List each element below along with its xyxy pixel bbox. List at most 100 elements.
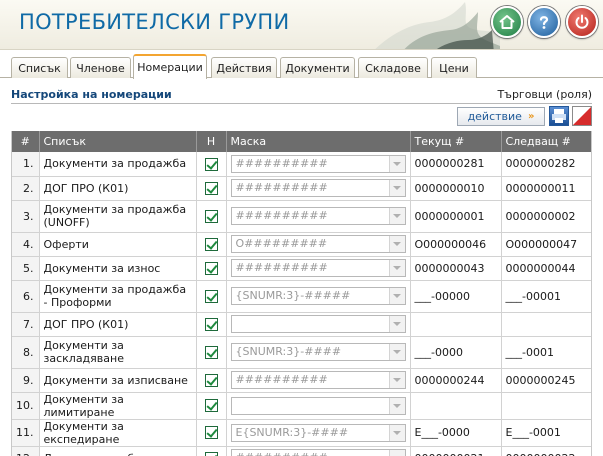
table-row[interactable]: 4. Оферти O######### O000000046 O000000047 <box>12 232 591 257</box>
mask-cell: ########## <box>226 256 411 281</box>
enabled-checkbox[interactable] <box>204 345 218 359</box>
mask-select[interactable]: ########## <box>230 259 406 277</box>
table-row[interactable]: 10. Документи за лимитиране <box>12 392 591 420</box>
column-header: Н <box>196 131 227 152</box>
mask-select[interactable]: ########## <box>230 154 406 173</box>
tab-list[interactable]: Списък <box>11 57 68 78</box>
numbering-table: # Списък Н Маска Текущ # Следващ # 1. Док… <box>11 131 592 456</box>
tab-members[interactable]: Членове <box>70 57 131 78</box>
chevron-down-icon[interactable] <box>388 155 405 172</box>
enabled-checkbox[interactable] <box>204 451 218 456</box>
chevron-down-icon[interactable] <box>388 208 405 224</box>
chevron-down-icon[interactable] <box>388 424 405 441</box>
table-row[interactable]: 9. Документи за изписване ########## 000000… <box>12 368 591 393</box>
enabled-checkbox[interactable] <box>204 399 218 413</box>
mask-value: E{SNUMR:3}-#### <box>235 425 349 439</box>
next-number: 0000000044 <box>501 256 591 281</box>
tab-actions[interactable]: Действия <box>211 57 277 78</box>
enabled-checkbox[interactable] <box>204 157 218 171</box>
mask-cell: ########## <box>226 200 411 233</box>
current-number: ___-00000 <box>410 280 502 313</box>
column-header: Маска <box>226 131 411 152</box>
enabled-checkbox[interactable] <box>204 373 218 387</box>
row-number: 7. <box>12 312 40 337</box>
enabled-checkbox[interactable] <box>204 261 218 275</box>
chevron-down-icon[interactable] <box>388 260 405 276</box>
enabled-checkbox[interactable] <box>204 426 218 440</box>
chevron-down-icon[interactable] <box>388 316 405 332</box>
mask-select[interactable]: O######### <box>230 235 406 253</box>
mask-select[interactable]: {SNUMR:3}-#### <box>230 343 406 361</box>
chevron-down-icon[interactable] <box>388 397 405 414</box>
bird-logo-icon <box>375 2 500 49</box>
mask-select[interactable]: {SNUMR:3}-##### <box>230 287 406 305</box>
tab-numbering[interactable]: Номерации <box>133 54 207 79</box>
mask-select[interactable]: ########## <box>230 449 406 456</box>
mask-select[interactable]: E{SNUMR:3}-#### <box>230 423 406 442</box>
column-header: Списък <box>39 131 197 152</box>
list-name: Документи за износ <box>39 256 197 281</box>
table-row[interactable]: 2. ДОГ ПРО (К01) ########## 0000000010 00000… <box>12 176 591 201</box>
row-number: 10. <box>12 392 40 420</box>
action-button[interactable]: действие » <box>457 107 545 126</box>
chevron-down-icon[interactable] <box>388 288 405 304</box>
row-number: 12. <box>12 446 40 456</box>
table-row[interactable]: 12.Документи за брак ########## 0000000021… <box>12 446 591 456</box>
home-button[interactable] <box>491 6 523 38</box>
enabled-checkbox[interactable] <box>204 317 218 331</box>
mask-cell: ########## <box>226 176 411 201</box>
enabled-checkbox[interactable] <box>204 237 218 251</box>
mask-cell: ########## <box>226 446 411 456</box>
power-icon <box>575 14 589 29</box>
table-row[interactable]: 7. ДОГ ПРО (К01) <box>12 312 591 337</box>
table-row[interactable]: 11. Документи за експедиране E{SNUMR:3}-##… <box>12 419 591 447</box>
mask-cell: {SNUMR:3}-#### <box>226 336 411 369</box>
help-button[interactable] <box>528 6 560 38</box>
list-name: Оферти <box>39 232 197 257</box>
table-row[interactable]: 6. Документи за продажба - Проформи {SNUMR… <box>12 280 591 313</box>
next-number: O000000047 <box>501 232 591 257</box>
table-row[interactable]: 5. Документи за износ ########## 0000000043… <box>12 256 591 281</box>
chevron-down-icon[interactable] <box>388 236 405 252</box>
current-number: O000000046 <box>410 232 502 257</box>
mask-cell: O######### <box>226 232 411 257</box>
print-button[interactable] <box>549 106 569 126</box>
row-number: 8. <box>12 336 40 369</box>
next-number <box>501 312 591 337</box>
row-number: 9. <box>12 368 40 393</box>
mask-value: O######### <box>235 237 328 250</box>
role-label: Търговци (роля) <box>497 88 592 101</box>
mask-select[interactable]: ########## <box>230 371 406 389</box>
power-button[interactable] <box>566 6 598 38</box>
enabled-checkbox[interactable] <box>204 289 218 303</box>
column-header: Текущ # <box>410 131 502 152</box>
mask-select[interactable] <box>230 396 406 415</box>
list-name: ДОГ ПРО (К01) <box>39 176 197 201</box>
chevron-down-icon[interactable] <box>388 344 405 360</box>
clear-button[interactable] <box>572 106 592 126</box>
table-row[interactable]: 8. Документи за заскладяване {SNUMR:3}-###… <box>12 336 591 369</box>
list-name: Документи за експедиране <box>39 419 197 447</box>
numbering-checkbox-cell <box>196 446 227 456</box>
table-header-row: # Списък Н Маска Текущ # Следващ # <box>12 131 591 152</box>
chevron-down-icon[interactable] <box>388 372 405 388</box>
next-number: 0000000002 <box>501 200 591 233</box>
numbering-checkbox-cell <box>196 336 227 369</box>
mask-select[interactable]: ########## <box>230 207 406 225</box>
chevron-down-icon[interactable] <box>388 450 405 456</box>
current-number: 0000000021 <box>410 446 502 456</box>
tab-documents[interactable]: Документи <box>280 57 355 78</box>
chevron-down-icon[interactable] <box>388 180 405 196</box>
tab-prices[interactable]: Цени <box>431 57 477 78</box>
mask-value: ########## <box>235 156 328 170</box>
numbering-checkbox-cell <box>196 256 227 281</box>
tab-warehouses[interactable]: Складове <box>358 57 428 78</box>
table-row[interactable]: 3. Документи за продажба (UNOFF) #########… <box>12 200 591 233</box>
mask-cell: {SNUMR:3}-##### <box>226 280 411 313</box>
enabled-checkbox[interactable] <box>204 181 218 195</box>
enabled-checkbox[interactable] <box>204 209 218 223</box>
mask-select[interactable]: ########## <box>230 179 406 197</box>
next-number: 0000000282 <box>501 152 591 177</box>
mask-select[interactable] <box>230 315 406 333</box>
table-row[interactable]: 1. Документи за продажба ########## 0000000… <box>12 152 591 177</box>
